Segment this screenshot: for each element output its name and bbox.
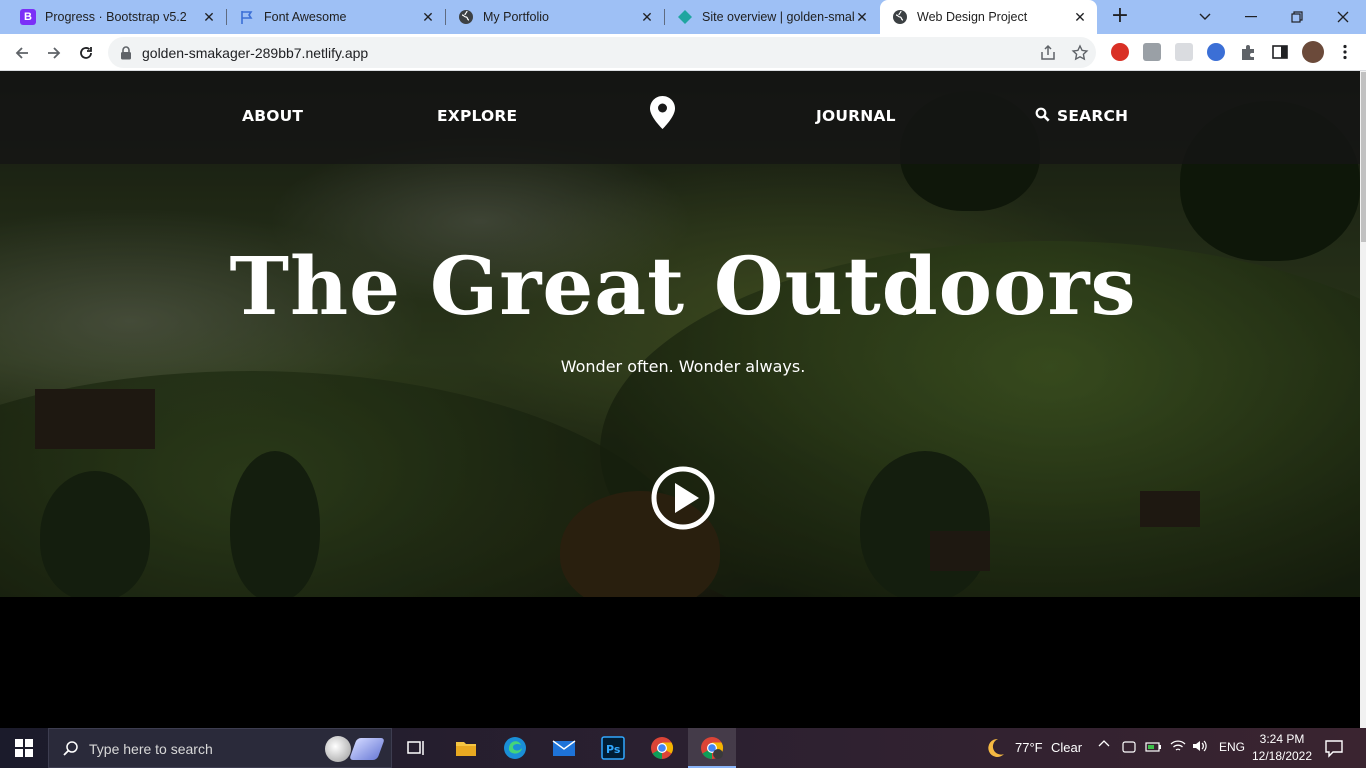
forward-icon[interactable]	[42, 41, 66, 65]
clock-time: 3:24 PM	[1259, 732, 1305, 746]
weather-temp[interactable]: 77°F	[1015, 740, 1043, 755]
soccer-ball-icon	[325, 736, 351, 762]
tab-title: My Portfolio	[483, 10, 549, 24]
cleat-icon	[348, 738, 386, 760]
nav-journal[interactable]: JOURNAL	[816, 107, 896, 125]
minimize-icon[interactable]	[1228, 0, 1274, 34]
tab-font-awesome[interactable]: Font Awesome ✕	[227, 0, 445, 34]
close-icon[interactable]: ✕	[421, 10, 435, 24]
extension-blue-icon[interactable]	[1207, 43, 1225, 61]
clock-date: 12/18/2022	[1251, 749, 1313, 763]
bootstrap-icon: B	[20, 9, 36, 25]
close-icon[interactable]: ✕	[202, 10, 216, 24]
globe-icon	[892, 9, 908, 25]
search-icon[interactable]	[1035, 107, 1050, 126]
search-placeholder[interactable]: Type here to search	[89, 741, 213, 757]
tab-title: Font Awesome	[264, 10, 347, 24]
edge-icon[interactable]	[503, 736, 527, 760]
chrome-icon[interactable]	[650, 736, 674, 760]
chevron-up-icon[interactable]	[1098, 738, 1110, 753]
hero-headline: The Great Outdoors	[229, 239, 1137, 333]
share-icon[interactable]	[1039, 44, 1057, 62]
url-text[interactable]: golden-smakager-289bb7.netlify.app	[142, 45, 368, 61]
task-view-icon[interactable]	[404, 736, 428, 760]
eyedropper-icon[interactable]	[1143, 43, 1161, 61]
browser-toolbar: golden-smakager-289bb7.netlify.app	[0, 34, 1366, 71]
back-icon[interactable]	[10, 41, 34, 65]
svg-text:Ps: Ps	[606, 743, 621, 756]
nav-search[interactable]: SEARCH	[1057, 107, 1128, 125]
nav-about[interactable]: ABOUT	[242, 107, 303, 125]
site-navbar: ABOUT EXPLORE JOURNAL SEARCH	[0, 71, 1366, 164]
wifi-icon[interactable]	[1170, 739, 1186, 756]
bookmark-star-icon[interactable]	[1071, 44, 1089, 62]
web-page: ABOUT EXPLORE JOURNAL SEARCH The Great O…	[0, 71, 1366, 728]
extension-red-icon[interactable]	[1111, 43, 1129, 61]
flag-icon	[239, 9, 255, 25]
hero-section: ABOUT EXPLORE JOURNAL SEARCH The Great O…	[0, 71, 1366, 597]
netlify-icon	[677, 9, 693, 25]
chrome-profile-icon[interactable]	[700, 736, 724, 760]
windows-taskbar: Type here to search Ps 77°F Clear ENG 3:…	[0, 728, 1366, 768]
side-panel-icon[interactable]	[1271, 43, 1289, 61]
nav-explore[interactable]: EXPLORE	[437, 107, 517, 125]
battery-icon[interactable]	[1145, 740, 1163, 757]
taskbar-search-box[interactable]: Type here to search	[48, 728, 392, 768]
close-icon[interactable]: ✕	[1073, 10, 1087, 24]
puzzle-extensions-icon[interactable]	[1239, 43, 1257, 61]
new-tab-icon[interactable]: +	[1109, 5, 1131, 28]
menu-kebab-icon[interactable]	[1336, 43, 1354, 61]
tab-bootstrap[interactable]: B Progress · Bootstrap v5.2 ✕	[8, 0, 226, 34]
address-bar[interactable]: golden-smakager-289bb7.netlify.app	[108, 37, 1096, 68]
tab-my-portfolio[interactable]: My Portfolio ✕	[446, 0, 664, 34]
meet-icon[interactable]	[1122, 740, 1136, 757]
tab-title: Site overview | golden-smakager	[702, 10, 854, 24]
close-icon[interactable]: ✕	[640, 10, 654, 24]
file-explorer-icon[interactable]	[454, 736, 478, 760]
tab-web-design-project[interactable]: Web Design Project ✕	[880, 0, 1097, 34]
restore-icon[interactable]	[1274, 0, 1320, 34]
weather-condition[interactable]: Clear	[1051, 740, 1082, 755]
taskbar-clock[interactable]: 3:24 PM 12/18/2022	[1250, 731, 1314, 765]
language-indicator[interactable]: ENG	[1219, 740, 1245, 754]
close-icon[interactable]: ✕	[855, 10, 869, 24]
hero-tagline: Wonder often. Wonder always.	[560, 357, 806, 376]
scrollbar-thumb[interactable]	[1361, 72, 1366, 242]
mail-icon[interactable]	[552, 736, 576, 760]
reload-icon[interactable]	[74, 41, 98, 65]
shield-icon[interactable]	[1175, 43, 1193, 61]
notifications-icon[interactable]	[1322, 736, 1346, 760]
tab-strip: B Progress · Bootstrap v5.2 ✕ Font Aweso…	[0, 0, 1366, 34]
map-pin-icon[interactable]	[650, 96, 675, 133]
tab-site-overview[interactable]: Site overview | golden-smakager ✕	[665, 0, 879, 34]
search-icon	[62, 740, 80, 762]
moon-weather-icon[interactable]	[983, 736, 1007, 760]
photoshop-icon[interactable]: Ps	[601, 736, 625, 760]
globe-icon	[458, 9, 474, 25]
play-video-icon[interactable]	[650, 465, 716, 531]
profile-avatar[interactable]	[1302, 41, 1324, 63]
volume-icon[interactable]	[1192, 739, 1208, 756]
tab-search-icon[interactable]	[1182, 0, 1228, 34]
tab-title: Web Design Project	[917, 10, 1028, 24]
window-close-icon[interactable]	[1320, 0, 1366, 34]
lock-icon[interactable]	[120, 45, 132, 64]
tab-title: Progress · Bootstrap v5.2	[45, 10, 187, 24]
windows-start-icon[interactable]	[0, 728, 48, 768]
